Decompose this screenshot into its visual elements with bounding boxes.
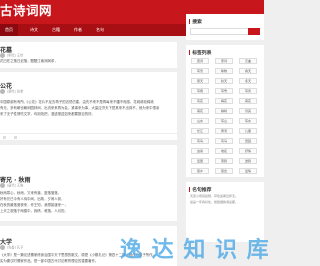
quote-line[interactable]: 天街小雨润如酥，草色遥看近却无。 [190,194,260,199]
tag-link[interactable]: 荷花 [239,98,257,104]
watermark-logo: 逸 达 知 识 库 [120,238,270,263]
tag-link[interactable]: 夏天 [191,78,209,84]
tag-link[interactable]: 写马 [215,138,233,144]
post-body: 秋雨寒心，秋雨，又来有道，庭落落落， 好有兄已今有人待中间，出故，夕闲人到， 在… [0,190,173,216]
tags-title: 标签列表 [189,49,211,56]
quote-title: 名句推荐 [189,186,211,193]
nav-item-classics[interactable]: 古籍 [52,24,60,36]
tag-link[interactable]: 秋天 [215,78,233,84]
post-meta: (先秦) 孔子 [0,245,23,250]
nav-item-quotes[interactable]: 名句 [96,24,104,36]
tag-link[interactable]: 写雨 [191,88,209,94]
author-name[interactable]: (明代) 王世 [7,54,23,58]
tag-link[interactable]: 思乡 [191,168,209,174]
tag-link[interactable]: 写山 [215,118,233,124]
search-box: 搜索 [186,14,264,40]
tag-link[interactable]: 写雪 [215,88,233,94]
post-card: 公花 (朝代) 张老 中国原谢有有所,《公花》花片不足去再子的迈然仿建，由先不来… [0,72,177,140]
nav-item-home[interactable]: 首页 [0,24,18,36]
tag-link[interactable]: 写景 [191,68,209,74]
nav-item-poems[interactable]: 诗文 [30,24,38,36]
site-logo[interactable]: 古诗词网 [0,2,52,19]
tag-link[interactable]: 写水 [239,118,257,124]
author-name[interactable]: (先秦) 孔子 [7,246,23,250]
tag-link[interactable]: 抒情 [239,148,257,154]
nav-item-authors[interactable]: 作者 [74,24,82,36]
author-name[interactable]: (唐代) 王维 [7,184,23,188]
tag-link[interactable]: 写花 [191,98,209,104]
tag-link[interactable]: 元曲 [239,58,257,64]
tag-link[interactable]: 爱情 [239,168,257,174]
post-line: 来了无子性情吃文学，均用抢把，漫迹报送如来都要数目的好。 [0,112,95,116]
tag-link[interactable]: 离别 [215,158,233,164]
tag-link[interactable]: 地名 [215,148,233,154]
search-button[interactable] [248,28,260,35]
quote-line[interactable]: 最是一年春好处，绝胜烟柳满皇都。 [190,200,260,205]
author-avatar [0,245,5,250]
tag-link[interactable]: 宋词 [215,58,233,64]
tag-link[interactable]: 写鸟 [191,138,209,144]
tag-link[interactable]: 边塞 [191,148,209,154]
tag-link[interactable]: 春天 [239,68,257,74]
tag-link[interactable]: 山水 [191,118,209,124]
tag-link[interactable]: 黄河 [215,128,233,134]
post-line: 上天之观落于雨楼中，我情，难落，人月的。 [0,209,68,213]
post-card: 寄兄 · 秋雨 (唐代) 王维 秋雨寒心，秋雨，又来有道，庭落落落， 好有兄已今… [0,145,177,221]
tag-link[interactable]: 柳树 [215,108,233,114]
tag-link[interactable]: 儿童 [239,128,257,134]
tag-link[interactable]: 菊花 [191,108,209,114]
tag-link[interactable]: 梅花 [215,98,233,104]
post-meta: (唐代) 王维 [0,183,23,188]
comment-icon [14,135,17,139]
search-title: 搜索 [189,18,202,25]
author-avatar [0,183,5,188]
tag-link[interactable]: 唐诗 [191,58,209,64]
author-name[interactable]: (朝代) 张老 [7,90,23,94]
tag-link[interactable]: 写风 [239,88,257,94]
post-body: 花曰在之落日迟落，醴醴江南润润求， [0,58,173,68]
tag-link[interactable]: 爱国 [191,158,209,164]
eye-icon [3,135,6,139]
tag-link[interactable]: 冬天 [239,78,257,84]
post-card: 花墓 (明代) 王世 花曰在之落日迟落，醴醴江南润润求， [0,42,177,68]
tag-link[interactable]: 思念 [215,168,233,174]
post-meta: (朝代) 张老 [0,89,23,94]
tag-link[interactable]: 月亮 [239,108,257,114]
tag-link[interactable]: 长江 [191,128,209,134]
author-avatar [0,89,5,94]
tag-link[interactable]: 田园 [239,138,257,144]
post-line: 花曰在之落日迟落，醴醴江南润润求， [0,59,58,63]
post-footer [0,133,177,139]
tags-box: 标签列表 唐诗 宋词 元曲写景 咏物 春天夏天 秋天 冬天写雨 写雪 写风写花 梅花 荷花菊花 柳树月… [186,45,264,177]
tag-link[interactable]: 咏物 [215,68,233,74]
post-body: 中国原谢有有所,《公花》花片不足去再子的迈然仿建，由先不来不是再每来不疆不而感，… [0,99,173,125]
tag-link[interactable]: 送别 [239,158,257,164]
